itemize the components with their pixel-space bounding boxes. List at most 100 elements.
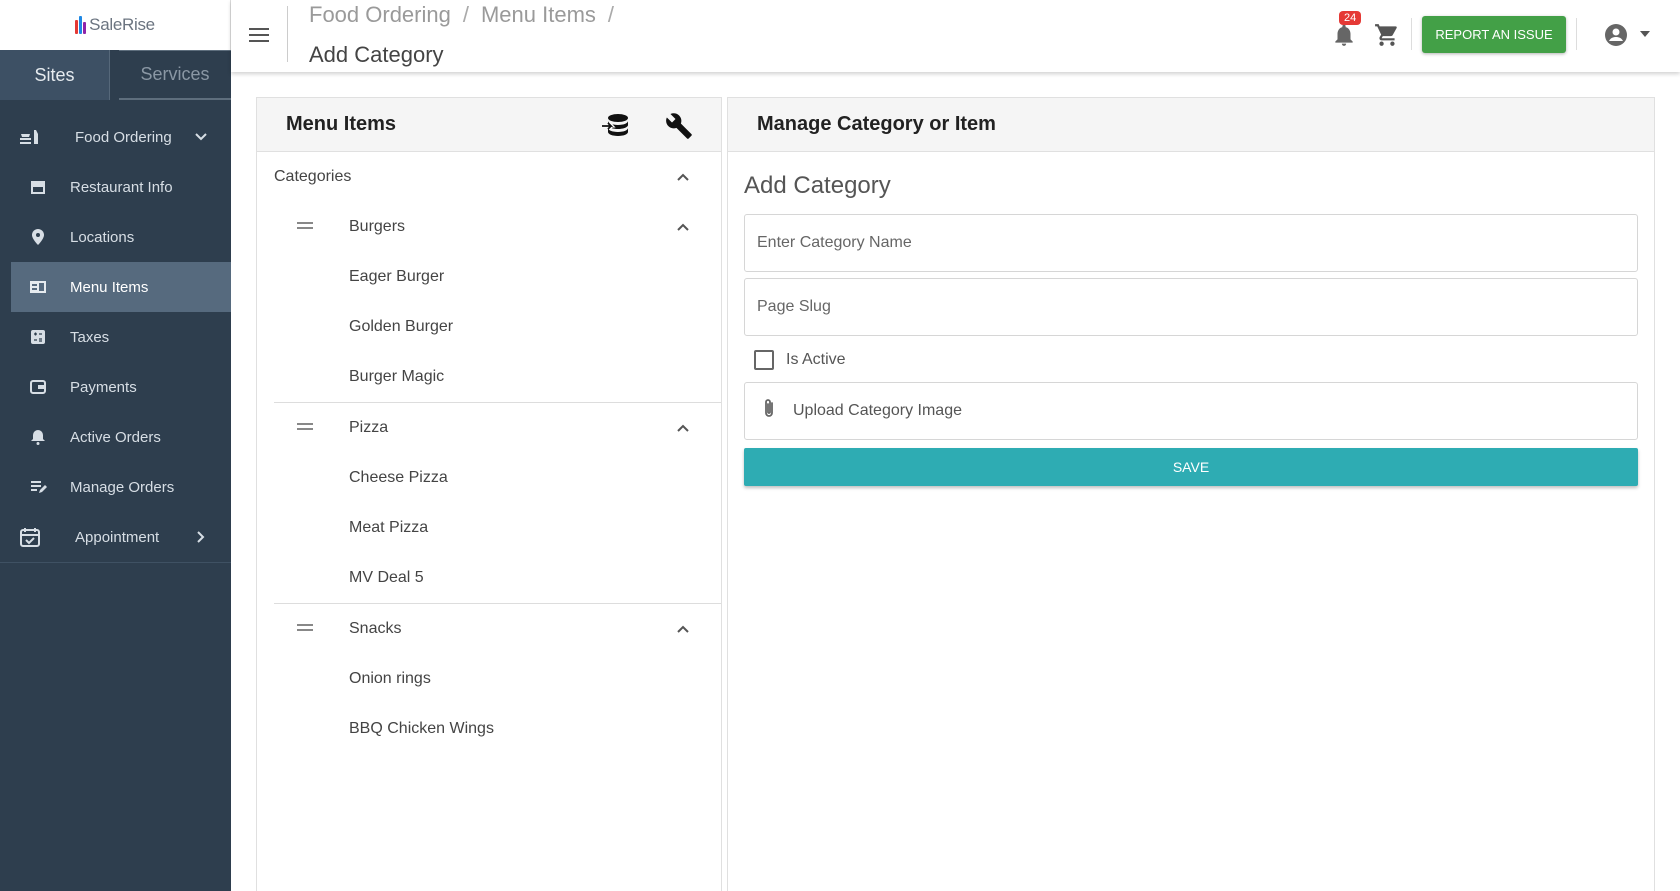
form-title: Add Category <box>744 172 891 199</box>
page-slug-field <box>744 278 1638 336</box>
paperclip-icon <box>759 398 779 425</box>
chevron-right-icon <box>192 528 210 546</box>
menu-items-panel: Menu Items Categories Burgers Eager Burg… <box>256 97 722 891</box>
list-item[interactable]: Burger Magic <box>257 352 721 402</box>
sidebar-item-label: Restaurant Info <box>70 178 173 196</box>
store-icon <box>28 177 48 197</box>
tab-sites[interactable]: Sites <box>0 50 110 100</box>
upload-label: Upload Category Image <box>793 402 962 419</box>
category-name: Pizza <box>349 419 389 436</box>
upload-category-image[interactable]: Upload Category Image <box>744 382 1638 440</box>
drag-handle-icon[interactable] <box>297 423 313 433</box>
category-row[interactable]: Pizza <box>257 403 721 453</box>
chevron-up-icon[interactable] <box>675 420 691 436</box>
is-active-toggle[interactable]: Is Active <box>744 338 1638 382</box>
is-active-label: Is Active <box>786 351 846 368</box>
category-name-field <box>744 214 1638 272</box>
sidebar-item-locations[interactable]: Locations <box>0 212 231 262</box>
manage-category-panel: Manage Category or Item Add Category Is … <box>727 97 1655 891</box>
menu-book-icon <box>28 277 48 297</box>
sidebar-item-manage-orders[interactable]: Manage Orders <box>0 462 231 512</box>
divider <box>1576 18 1577 50</box>
bell-ring-icon <box>28 427 48 447</box>
notification-badge: 24 <box>1339 11 1362 25</box>
sidebar-item-payments[interactable]: Payments <box>0 362 231 412</box>
sidebar-menu: Food Ordering Restaurant Info Locations … <box>0 112 231 563</box>
account-circle-icon[interactable] <box>1604 23 1628 47</box>
breadcrumb-separator: / <box>462 2 469 27</box>
categories-header[interactable]: Categories <box>257 152 721 202</box>
category-name: Burgers <box>349 218 406 235</box>
panel-title: Manage Category or Item <box>757 113 996 135</box>
brand-name: SaleRise <box>89 15 155 34</box>
category-group-pizza: Pizza Cheese Pizza Meat Pizza MV Deal 5 <box>257 403 721 604</box>
page-title: Add Category <box>309 42 444 67</box>
list-item[interactable]: MV Deal 5 <box>257 553 721 603</box>
add-category-form: Add Category Is Active Upload Category I… <box>728 172 1654 486</box>
sidebar-group-food-ordering[interactable]: Food Ordering <box>0 112 231 162</box>
category-row[interactable]: Snacks <box>257 604 721 654</box>
sidebar-item-label: Payments <box>70 378 137 396</box>
chevron-up-icon[interactable] <box>675 219 691 235</box>
wallet-icon <box>28 377 48 397</box>
list-item[interactable]: Golden Burger <box>257 302 721 352</box>
list-item[interactable]: Meat Pizza <box>257 503 721 553</box>
category-group-snacks: Snacks Onion rings BBQ Chicken Wings <box>257 604 721 754</box>
report-issue-button[interactable]: REPORT AN ISSUE <box>1422 16 1566 53</box>
page-slug-input[interactable] <box>757 298 1637 316</box>
list-item[interactable]: BBQ Chicken Wings <box>257 704 721 754</box>
wrench-icon[interactable] <box>665 112 693 140</box>
breadcrumb-menu-items[interactable]: Menu Items <box>481 2 596 28</box>
calculator-icon <box>28 327 48 347</box>
category-name: Snacks <box>349 620 402 637</box>
divider <box>287 6 288 62</box>
drag-handle-icon[interactable] <box>297 222 313 232</box>
categories-label: Categories <box>274 168 352 185</box>
food-ordering-icon <box>18 125 42 149</box>
category-group-burgers: Burgers Eager Burger Golden Burger Burge… <box>257 202 721 403</box>
sidebar-item-label: Menu Items <box>70 278 149 296</box>
breadcrumb: Food Ordering / Menu Items / <box>309 2 614 28</box>
sidebar-item-taxes[interactable]: Taxes <box>0 312 231 362</box>
logo-icon <box>75 16 87 34</box>
notification-bell-icon[interactable] <box>1331 22 1357 48</box>
breadcrumb-food-ordering[interactable]: Food Ordering <box>309 2 451 28</box>
sidebar-tabs: Sites Services <box>0 50 231 100</box>
breadcrumb-separator: / <box>607 2 615 27</box>
sidebar-item-restaurant-info[interactable]: Restaurant Info <box>0 162 231 212</box>
save-button[interactable]: SAVE <box>744 448 1638 486</box>
sidebar-divider <box>0 562 231 563</box>
divider <box>1411 18 1412 50</box>
drag-handle-icon[interactable] <box>297 624 313 634</box>
category-row[interactable]: Burgers <box>257 202 721 252</box>
sidebar-item-label: Manage Orders <box>70 478 175 496</box>
list-item[interactable]: Onion rings <box>257 654 721 704</box>
chevron-down-icon <box>192 128 210 146</box>
database-import-icon[interactable] <box>601 112 629 140</box>
sidebar-group-label: Appointment <box>75 528 160 546</box>
sidebar-item-active-orders[interactable]: Active Orders <box>0 412 231 462</box>
location-pin-icon <box>28 227 48 247</box>
sidebar-group-appointment[interactable]: Appointment <box>0 512 231 562</box>
is-active-checkbox[interactable] <box>754 350 774 370</box>
shopping-cart-icon[interactable] <box>1374 22 1400 48</box>
sidebar: SaleRise Sites Services Food Ordering Re… <box>0 0 231 891</box>
sidebar-item-menu-items[interactable]: Menu Items <box>11 262 231 312</box>
brand-logo[interactable]: SaleRise <box>75 15 155 35</box>
sidebar-item-label: Taxes <box>70 328 110 346</box>
list-item[interactable]: Cheese Pizza <box>257 453 721 503</box>
list-item[interactable]: Eager Burger <box>257 252 721 302</box>
sidebar-item-label: Active Orders <box>70 428 161 446</box>
chevron-up-icon[interactable] <box>675 621 691 637</box>
logo-bar: SaleRise <box>0 0 231 50</box>
edit-list-icon <box>28 477 48 497</box>
sidebar-item-label: Locations <box>70 228 135 246</box>
account-dropdown-icon[interactable] <box>1640 31 1650 37</box>
hamburger-menu-icon[interactable] <box>249 24 271 46</box>
calendar-check-icon <box>18 525 42 549</box>
tab-services[interactable]: Services <box>119 50 231 100</box>
main-content: Menu Items Categories Burgers Eager Burg… <box>231 72 1680 891</box>
category-name-input[interactable] <box>757 234 1637 252</box>
chevron-up-icon[interactable] <box>675 169 691 185</box>
panel-header: Menu Items <box>257 98 721 152</box>
